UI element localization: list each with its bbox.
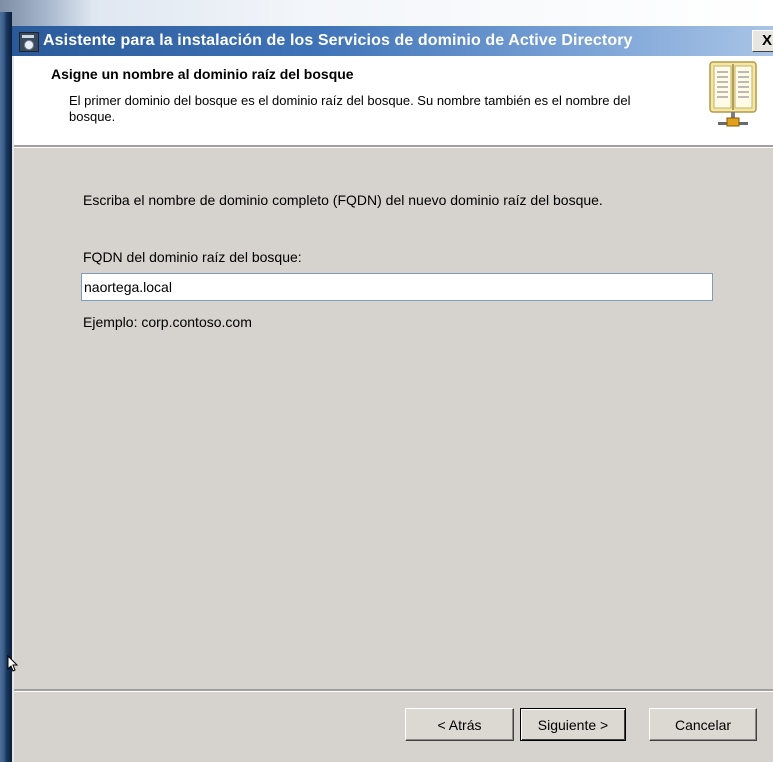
mouse-cursor-icon xyxy=(7,655,19,672)
server-icon[interactable] xyxy=(19,32,39,52)
next-button[interactable]: Siguiente > xyxy=(520,708,626,741)
window-title: Asistente para la instalación de los Ser… xyxy=(43,32,633,49)
desktop-background xyxy=(0,0,773,26)
example-text: Ejemplo: corp.contoso.com xyxy=(83,314,252,330)
wizard-footer: < Atrás Siguiente > Cancelar xyxy=(14,692,773,762)
fqdn-label: FQDN del dominio raíz del bosque: xyxy=(83,249,302,265)
title-bar[interactable]: Asistente para la instalación de los Ser… xyxy=(12,26,773,56)
page-description: El primer dominio del bosque es el domin… xyxy=(69,93,631,124)
fqdn-input[interactable] xyxy=(81,273,713,301)
page-title: Asigne un nombre al dominio raíz del bos… xyxy=(51,66,354,82)
instruction-text: Escriba el nombre de dominio completo (F… xyxy=(83,192,603,208)
back-button[interactable]: < Atrás xyxy=(405,708,514,741)
wizard-content: Escriba el nombre de dominio completo (F… xyxy=(14,148,773,689)
window-frame-left xyxy=(0,12,12,762)
directory-book-icon xyxy=(709,61,757,127)
wizard-header: Asigne un nombre al dominio raíz del bos… xyxy=(14,56,773,145)
close-button[interactable]: X xyxy=(752,30,773,52)
cancel-button[interactable]: Cancelar xyxy=(649,708,757,741)
